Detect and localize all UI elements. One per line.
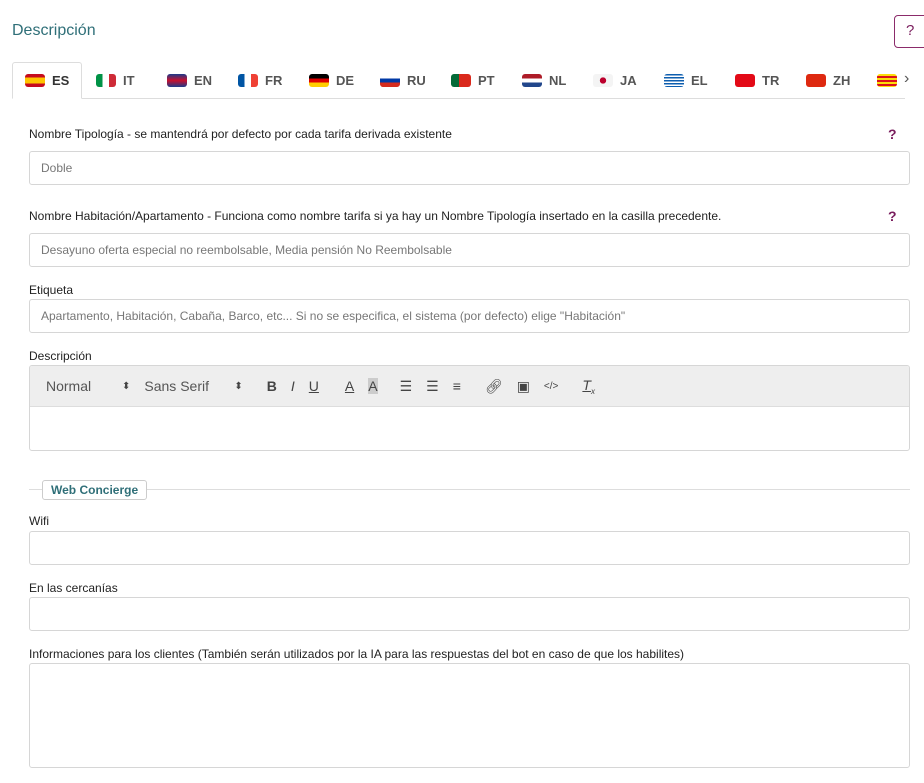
cercanias-input[interactable] (29, 597, 910, 631)
descripcion-label: Descripción (29, 349, 92, 363)
rich-text-editor[interactable]: Normal ⬍ Sans Serif ⬍ B I U A A ☰ ☰ ≡ 🔗︎… (29, 365, 910, 451)
tab-label: IT (123, 73, 135, 88)
flag-icon (238, 74, 258, 87)
habitacion-label: Nombre Habitación/Apartamento - Funciona… (29, 209, 722, 223)
flag-icon (96, 74, 116, 87)
flag-icon (593, 74, 613, 87)
flag-icon (522, 74, 542, 87)
tab-de[interactable]: DE (297, 62, 366, 99)
info-textarea[interactable] (29, 663, 910, 768)
bullet-list-icon[interactable]: ☰ (426, 378, 439, 395)
ordered-list-icon[interactable]: ☰ (400, 378, 413, 395)
habitacion-input[interactable]: Desayuno oferta especial no reembolsable… (29, 233, 910, 267)
link-icon[interactable]: 🔗︎ (485, 378, 503, 395)
tab-label: RU (407, 73, 426, 88)
tab-es[interactable]: ES (12, 62, 83, 99)
code-icon[interactable]: </> (544, 381, 558, 392)
format-select[interactable]: Normal (46, 378, 108, 394)
align-icon[interactable]: ≡ (453, 378, 461, 394)
underline-icon[interactable]: U (309, 378, 319, 394)
tab-fr[interactable]: FR (226, 62, 294, 99)
info-label: Informaciones para los clientes (También… (29, 647, 685, 661)
tab-label: NL (549, 73, 567, 88)
bold-icon[interactable]: B (267, 378, 277, 394)
tab-it[interactable]: IT (84, 62, 147, 99)
tab-label: TR (762, 73, 780, 88)
wifi-input[interactable] (29, 531, 910, 565)
tab-ja[interactable]: JA (581, 62, 649, 99)
tab-label: ZH (833, 73, 851, 88)
font-select[interactable]: Sans Serif (144, 378, 220, 394)
section-title: Web Concierge (42, 480, 148, 500)
tab-en[interactable]: EN (155, 62, 224, 99)
tab-label: JA (620, 73, 637, 88)
flag-icon (451, 74, 471, 87)
help-icon[interactable]: ? (888, 208, 897, 224)
select-arrows-icon[interactable]: ⬍ (122, 381, 130, 392)
tab-tr[interactable]: TR (723, 62, 791, 99)
tab-nl[interactable]: NL (510, 62, 578, 99)
help-icon[interactable]: ? (888, 126, 897, 142)
flag-icon (25, 74, 45, 87)
italic-icon[interactable]: I (291, 378, 295, 394)
tab-el[interactable]: EL (652, 62, 720, 99)
chevron-right-icon[interactable]: › (904, 70, 909, 88)
flag-icon (806, 74, 826, 87)
background-color-icon[interactable]: A (368, 378, 378, 394)
language-tabs: ES IT EN FR DE RU PT NL JA EL TR ZH (12, 62, 905, 99)
help-button[interactable]: ? (894, 15, 924, 48)
tab-label: PT (478, 73, 495, 88)
tipologia-label: Nombre Tipología - se mantendrá por defe… (29, 127, 452, 141)
tab-ru[interactable]: RU (368, 62, 438, 99)
flag-icon (167, 74, 187, 87)
tab-label: FR (265, 73, 283, 88)
editor-toolbar: Normal ⬍ Sans Serif ⬍ B I U A A ☰ ☰ ≡ 🔗︎… (30, 366, 909, 407)
etiqueta-label: Etiqueta (29, 283, 74, 297)
flag-icon (877, 74, 897, 87)
image-icon[interactable]: ▣ (517, 378, 530, 395)
tipologia-input[interactable]: Doble (29, 151, 910, 185)
clear-format-icon[interactable]: Tx (582, 377, 595, 396)
wifi-label: Wifi (29, 514, 49, 528)
select-arrows-icon[interactable]: ⬍ (234, 381, 242, 392)
tab-label: ES (52, 73, 70, 88)
tab-label: EL (691, 73, 708, 88)
tab-pt[interactable]: PT (439, 62, 507, 99)
flag-icon (735, 74, 755, 87)
cercanias-label: En las cercanías (29, 581, 118, 595)
flag-icon (309, 74, 329, 87)
etiqueta-input[interactable]: Apartamento, Habitación, Cabaña, Barco, … (29, 299, 910, 333)
tab-label: EN (194, 73, 213, 88)
tab-label: DE (336, 73, 355, 88)
text-color-icon[interactable]: A (345, 378, 354, 394)
page-title: Descripción (12, 22, 96, 39)
section-divider (29, 489, 910, 490)
flag-icon (380, 74, 400, 87)
tab-zh[interactable]: ZH (794, 62, 862, 99)
flag-icon (664, 74, 684, 87)
